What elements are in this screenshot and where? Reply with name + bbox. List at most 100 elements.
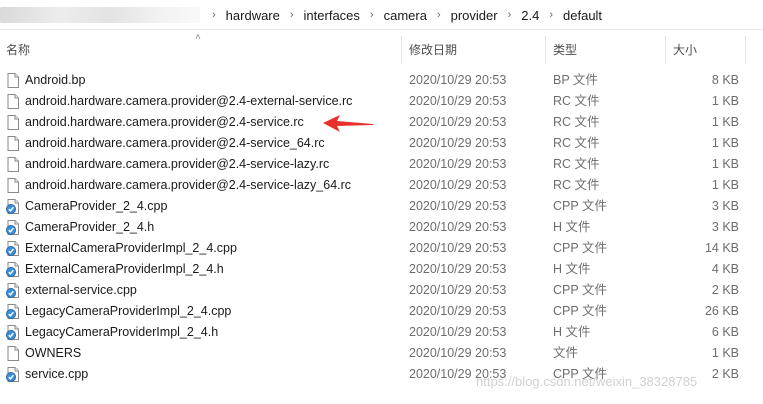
file-size: 1 KB [711, 94, 739, 108]
file-name: android.hardware.camera.provider@2.4-ext… [25, 94, 353, 108]
file-name: CameraProvider_2_4.h [25, 220, 155, 234]
chevron-right-icon[interactable]: › [429, 9, 449, 21]
file-name: ExternalCameraProviderImpl_2_4.cpp [25, 241, 237, 255]
file-row[interactable]: android.hardware.camera.provider@2.4-ser… [0, 175, 763, 196]
chevron-right-icon[interactable]: › [362, 9, 382, 21]
file-modified-date: 2020/10/29 20:53 [409, 262, 507, 276]
file-row[interactable]: CameraProvider_2_4.cpp 2020/10/29 20:53 CP… [0, 196, 763, 217]
file-row[interactable]: LegacyCameraProviderImpl_2_4.h 2020/10/29… [0, 322, 763, 343]
file-type: H 文件 [553, 220, 591, 234]
file-size: 1 KB [711, 157, 739, 171]
file-size: 3 KB [711, 220, 739, 234]
file-name: OWNERS [25, 346, 82, 360]
file-size: 1 KB [711, 115, 739, 129]
file-row[interactable]: LegacyCameraProviderImpl_2_4.cpp 2020/10/… [0, 301, 763, 322]
file-type: CPP 文件 [553, 241, 607, 255]
file-size: 26 KB [704, 304, 739, 318]
source-file-icon [6, 262, 19, 277]
file-type: RC 文件 [553, 136, 600, 150]
column-header-size[interactable]: 大小 [673, 36, 697, 64]
file-name: external-service.cpp [25, 283, 137, 297]
address-bar[interactable]: › hardware › interfaces › camera › provi… [0, 0, 763, 30]
file-modified-date: 2020/10/29 20:53 [409, 283, 507, 297]
file-size: 1 KB [711, 178, 739, 192]
file-name: LegacyCameraProviderImpl_2_4.h [25, 325, 219, 339]
file-name: CameraProvider_2_4.cpp [25, 199, 168, 213]
file-type: H 文件 [553, 325, 591, 339]
file-type: RC 文件 [553, 157, 600, 171]
file-modified-date: 2020/10/29 20:53 [409, 220, 507, 234]
file-modified-date: 2020/10/29 20:53 [409, 325, 507, 339]
file-type: RC 文件 [553, 178, 600, 192]
blank-file-icon [7, 73, 19, 88]
breadcrumb-item-provider[interactable]: provider [449, 8, 500, 23]
source-file-icon [6, 325, 19, 340]
file-size: 14 KB [704, 241, 739, 255]
file-row[interactable]: ExternalCameraProviderImpl_2_4.cpp 2020/1… [0, 238, 763, 259]
file-name: android.hardware.camera.provider@2.4-ser… [25, 178, 352, 192]
file-modified-date: 2020/10/29 20:53 [409, 94, 507, 108]
column-divider[interactable] [401, 36, 402, 64]
file-row[interactable]: CameraProvider_2_4.h 2020/10/29 20:53 H 文件… [0, 217, 763, 238]
file-name: service.cpp [25, 367, 89, 381]
file-modified-date: 2020/10/29 20:53 [409, 157, 507, 171]
column-header-name[interactable]: 名称 [6, 36, 30, 64]
chevron-right-icon[interactable]: › [541, 9, 561, 21]
file-type: CPP 文件 [553, 199, 607, 213]
column-divider[interactable] [745, 36, 746, 64]
chevron-right-icon[interactable]: › [500, 9, 520, 21]
file-row[interactable]: android.hardware.camera.provider@2.4-ser… [0, 112, 763, 133]
file-modified-date: 2020/10/29 20:53 [409, 178, 507, 192]
blurred-path-prefix [0, 7, 200, 23]
blank-file-icon [7, 178, 19, 193]
file-modified-date: 2020/10/29 20:53 [409, 73, 507, 87]
file-size: 2 KB [711, 283, 739, 297]
file-size: 1 KB [711, 136, 739, 150]
chevron-right-icon[interactable]: › [282, 9, 302, 21]
column-divider[interactable] [665, 36, 666, 64]
chevron-right-icon[interactable]: › [208, 9, 224, 21]
file-row[interactable]: android.hardware.camera.provider@2.4-ser… [0, 133, 763, 154]
file-type: 文件 [553, 346, 579, 360]
file-name: android.hardware.camera.provider@2.4-ser… [25, 136, 325, 150]
file-row[interactable]: ExternalCameraProviderImpl_2_4.h 2020/10/… [0, 259, 763, 280]
file-modified-date: 2020/10/29 20:53 [409, 304, 507, 318]
breadcrumb-item-default[interactable]: default [561, 8, 604, 23]
breadcrumb-item-interfaces[interactable]: interfaces [302, 8, 362, 23]
breadcrumb-item-version[interactable]: 2.4 [519, 8, 541, 23]
breadcrumb: › hardware › interfaces › camera › provi… [208, 7, 604, 23]
source-file-icon [6, 283, 19, 298]
file-row[interactable]: Android.bp 2020/10/29 20:53 BP 文件 8 KB [0, 70, 763, 91]
file-type: RC 文件 [553, 115, 600, 129]
source-file-icon [6, 199, 19, 214]
file-row[interactable]: android.hardware.camera.provider@2.4-ser… [0, 154, 763, 175]
blank-file-icon [7, 136, 19, 151]
file-row[interactable]: external-service.cpp 2020/10/29 20:53 CPP … [0, 280, 763, 301]
file-modified-date: 2020/10/29 20:53 [409, 241, 507, 255]
column-header-date[interactable]: 修改日期 [409, 36, 457, 64]
file-row[interactable]: OWNERS 2020/10/29 20:53 文件 1 KB [0, 343, 763, 364]
sort-ascending-icon: ˄ [195, 32, 201, 43]
file-modified-date: 2020/10/29 20:53 [409, 136, 507, 150]
file-modified-date: 2020/10/29 20:53 [409, 115, 507, 129]
watermark: https://blog.csdn.net/weixin_38328785 [476, 374, 698, 389]
column-header: ˄ 名称 修改日期 类型 大小 [0, 32, 763, 64]
file-type: CPP 文件 [553, 304, 607, 318]
breadcrumb-item-hardware[interactable]: hardware [224, 8, 282, 23]
file-size: 4 KB [711, 262, 739, 276]
column-divider[interactable] [545, 36, 546, 64]
file-type: BP 文件 [553, 73, 598, 87]
source-file-icon [6, 220, 19, 235]
file-size: 6 KB [711, 325, 739, 339]
file-name: ExternalCameraProviderImpl_2_4.h [25, 262, 224, 276]
file-name: Android.bp [25, 73, 86, 87]
column-header-type[interactable]: 类型 [553, 36, 577, 64]
file-row[interactable]: android.hardware.camera.provider@2.4-ext… [0, 91, 763, 112]
file-size: 3 KB [711, 199, 739, 213]
source-file-icon [6, 367, 19, 382]
file-modified-date: 2020/10/29 20:53 [409, 199, 507, 213]
source-file-icon [6, 304, 19, 319]
source-file-icon [6, 241, 19, 256]
blank-file-icon [7, 157, 19, 172]
breadcrumb-item-camera[interactable]: camera [382, 8, 429, 23]
